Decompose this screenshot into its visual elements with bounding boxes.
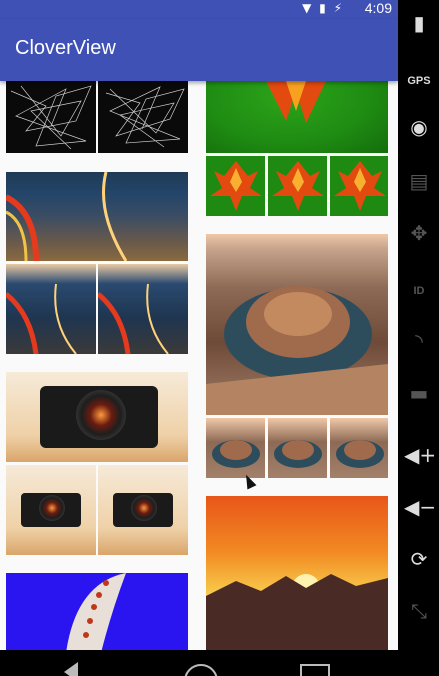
gps-icon[interactable]: GPS bbox=[404, 62, 434, 92]
volume-up-icon[interactable]: ◀+ bbox=[404, 440, 436, 470]
image-grid[interactable] bbox=[0, 81, 398, 650]
rotate-icon[interactable]: ⟳ bbox=[404, 544, 434, 574]
autumn-leaf-thumb-3[interactable] bbox=[330, 156, 388, 216]
status-icons: ▼ ▮ ⚡ bbox=[302, 1, 344, 15]
device-id-icon[interactable]: ID bbox=[404, 272, 434, 302]
camera-clapper-icon[interactable]: ▤ bbox=[404, 166, 434, 196]
id-label: ID bbox=[413, 285, 425, 297]
app-bar: CloverView bbox=[0, 19, 398, 81]
home-icon[interactable] bbox=[184, 664, 218, 676]
camera-image[interactable] bbox=[6, 372, 188, 462]
network-icon[interactable]: ◝ bbox=[404, 326, 434, 356]
navigation-bar bbox=[0, 650, 398, 676]
battery-icon[interactable]: ▮ bbox=[404, 8, 434, 38]
recent-apps-icon[interactable] bbox=[300, 664, 330, 676]
dpad-icon[interactable]: ✥ bbox=[404, 218, 434, 248]
scale-icon[interactable]: ⤡ bbox=[404, 596, 434, 626]
phone-screen: ▼ ▮ ⚡ 4:09 CloverView bbox=[0, 0, 398, 676]
network-lines-thumb-1[interactable] bbox=[6, 81, 96, 153]
sunset-mountains-image[interactable] bbox=[206, 496, 388, 650]
horseshoe-bend-thumb-2[interactable] bbox=[268, 418, 327, 478]
volume-down-icon[interactable]: ◀− bbox=[404, 492, 436, 522]
emulator-toolbar: ▮ GPS ◉ ▤ ✥ ID ◝ ▬ ◀+ ◀− ⟳ ⤡ bbox=[398, 0, 439, 676]
city-night-thumb-1[interactable] bbox=[6, 264, 96, 354]
city-night-thumb-2[interactable] bbox=[98, 264, 188, 354]
status-time: 4:09 bbox=[364, 0, 392, 16]
gps-label: GPS bbox=[407, 75, 431, 87]
status-bar: ▼ ▮ ⚡ 4:09 bbox=[0, 0, 398, 19]
app-title: CloverView bbox=[15, 37, 116, 59]
autumn-leaf-thumb-2[interactable] bbox=[268, 156, 327, 216]
horseshoe-bend-thumb-3[interactable] bbox=[330, 418, 388, 478]
city-night-image[interactable] bbox=[6, 172, 188, 261]
horseshoe-bend-image[interactable] bbox=[206, 234, 388, 415]
sms-icon[interactable]: ▬ bbox=[404, 378, 434, 408]
autumn-leaf-image[interactable] bbox=[206, 81, 388, 153]
autumn-leaf-thumb-1[interactable] bbox=[206, 156, 265, 216]
network-lines-thumb-2[interactable] bbox=[98, 81, 188, 153]
webcam-icon[interactable]: ◉ bbox=[404, 112, 434, 142]
back-icon[interactable] bbox=[64, 662, 78, 676]
camera-thumb-2[interactable] bbox=[98, 465, 188, 555]
jellyfish-image[interactable] bbox=[6, 573, 188, 650]
horseshoe-bend-thumb-1[interactable] bbox=[206, 418, 265, 478]
camera-thumb-1[interactable] bbox=[6, 465, 96, 555]
